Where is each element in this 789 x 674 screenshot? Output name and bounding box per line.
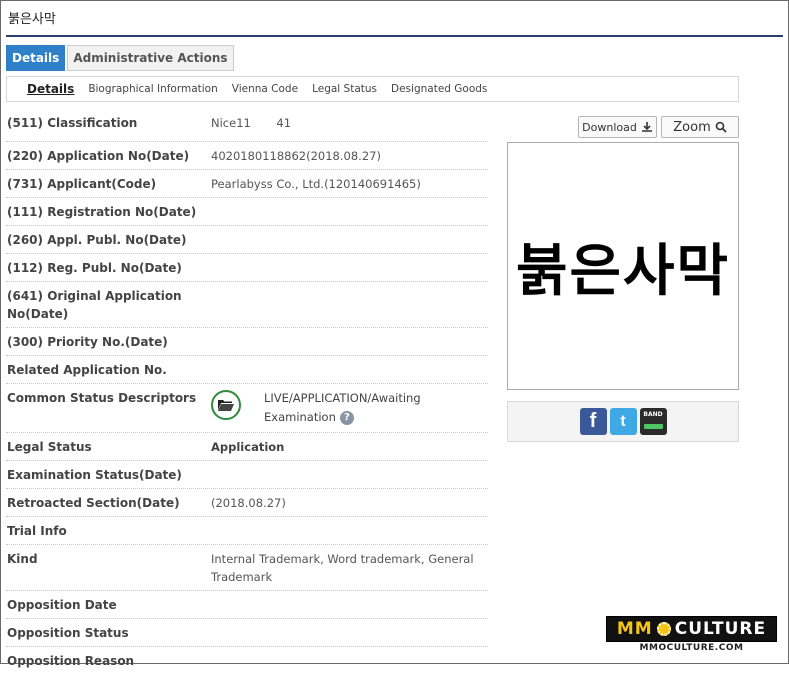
label-kind: Kind — [7, 552, 38, 566]
band-icon[interactable]: BAND — [639, 408, 667, 435]
row-application-no: (220) Application No(Date) 4020180118862… — [6, 142, 488, 170]
label-related-application: Related Application No. — [7, 363, 167, 377]
label-retroacted-section: Retroacted Section(Date) — [7, 496, 180, 510]
row-examination-status: Examination Status(Date) — [6, 461, 488, 489]
folder-open-icon — [211, 390, 241, 420]
download-button[interactable]: Download — [578, 116, 657, 138]
label-applicant: (731) Applicant(Code) — [7, 177, 157, 191]
label-reg-publ-no: (112) Reg. Publ. No(Date) — [7, 261, 182, 275]
sub-navigation: Details Biographical Information Vienna … — [6, 76, 739, 102]
label-application-no: (220) Application No(Date) — [7, 149, 190, 163]
value-classification: Nice11 41 — [211, 116, 292, 130]
row-opposition-date: Opposition Date — [6, 591, 488, 619]
value-retroacted-section: (2018.08.27) — [211, 496, 286, 510]
band-bar — [643, 424, 663, 429]
share-bar: f t BAND — [507, 401, 739, 442]
page-title: 붉은사막 — [8, 12, 56, 27]
row-common-status: Common Status Descriptors LIVE/APPLICATI… — [6, 384, 488, 433]
row-original-application: (641) Original Application No(Date) — [6, 282, 488, 328]
row-related-application: Related Application No. — [6, 356, 488, 384]
label-trial-info: Trial Info — [7, 524, 67, 538]
watermark-brand-left: MM — [616, 619, 653, 639]
subnav-designated-goods[interactable]: Designated Goods — [391, 83, 487, 95]
tab-administrative-actions[interactable]: Administrative Actions — [67, 45, 234, 71]
subnav-legal-status[interactable]: Legal Status — [312, 83, 377, 95]
zoom-button[interactable]: Zoom — [661, 116, 739, 138]
subnav-details[interactable]: Details — [27, 82, 74, 96]
watermark-brand-right: CULTURE — [674, 619, 767, 639]
row-registration-no: (111) Registration No(Date) — [6, 198, 488, 226]
label-opposition-reason: Opposition Reason — [7, 654, 135, 668]
label-original-application: (641) Original Application No(Date) — [7, 289, 182, 321]
row-reg-publ-no: (112) Reg. Publ. No(Date) — [6, 254, 488, 282]
label-classification: (511) Classification — [7, 116, 138, 130]
trademark-image: 붉은사막 — [507, 142, 739, 390]
label-registration-no: (111) Registration No(Date) — [7, 205, 197, 219]
download-label: Download — [582, 120, 637, 134]
value-kind: Internal Trademark, Word trademark, Gene… — [211, 552, 474, 584]
details-table: (511) Classification Nice11 41 (220) App… — [6, 112, 488, 674]
row-applicant: (731) Applicant(Code) Pearlabyss Co., Lt… — [6, 170, 488, 198]
label-appl-publ-no: (260) Appl. Publ. No(Date) — [7, 233, 187, 247]
value-legal-status: Application — [211, 440, 285, 454]
zoom-label: Zoom — [673, 119, 711, 135]
watermark-url: MMOCULTURE.COM — [639, 643, 744, 653]
help-icon[interactable]: ? — [339, 410, 354, 425]
label-priority-no: (300) Priority No.(Date) — [7, 335, 168, 349]
value-applicant: Pearlabyss Co., Ltd.(120140691465) — [211, 177, 421, 191]
title-divider — [6, 35, 783, 37]
subnav-vienna-code[interactable]: Vienna Code — [232, 83, 298, 95]
subnav-biographical-information[interactable]: Biographical Information — [88, 83, 217, 95]
value-common-status: LIVE/APPLICATION/Awaiting Examination? — [264, 389, 464, 427]
row-kind: Kind Internal Trademark, Word trademark,… — [6, 545, 488, 591]
label-opposition-status: Opposition Status — [7, 626, 129, 640]
label-opposition-date: Opposition Date — [7, 598, 117, 612]
label-common-status: Common Status Descriptors — [7, 391, 197, 405]
watermark-banner: MM CULTURE — [606, 616, 777, 642]
row-trial-info: Trial Info — [6, 517, 488, 545]
row-opposition-status: Opposition Status — [6, 619, 488, 647]
row-priority-no: (300) Priority No.(Date) — [6, 328, 488, 356]
watermark-logo: MM CULTURE MMOCULTURE.COM — [606, 616, 777, 656]
download-icon — [641, 122, 652, 132]
tab-details[interactable]: Details — [6, 45, 66, 71]
twitter-icon[interactable]: t — [609, 408, 637, 435]
value-application-no: 4020180118862(2018.08.27) — [211, 149, 381, 163]
facebook-icon[interactable]: f — [579, 408, 607, 435]
tab-bar: Details Administrative Actions — [6, 45, 234, 71]
search-icon — [715, 121, 727, 133]
row-opposition-reason: Opposition Reason — [6, 647, 488, 674]
gear-icon — [656, 622, 671, 636]
label-legal-status: Legal Status — [7, 440, 92, 454]
trademark-image-text: 붉은사막 — [515, 238, 731, 304]
row-retroacted-section: Retroacted Section(Date) (2018.08.27) — [6, 489, 488, 517]
row-classification: (511) Classification Nice11 41 — [6, 112, 488, 142]
row-legal-status: Legal Status Application — [6, 433, 488, 461]
label-examination-status: Examination Status(Date) — [7, 468, 182, 482]
band-icon-label: BAND — [643, 411, 663, 418]
row-appl-publ-no: (260) Appl. Publ. No(Date) — [6, 226, 488, 254]
